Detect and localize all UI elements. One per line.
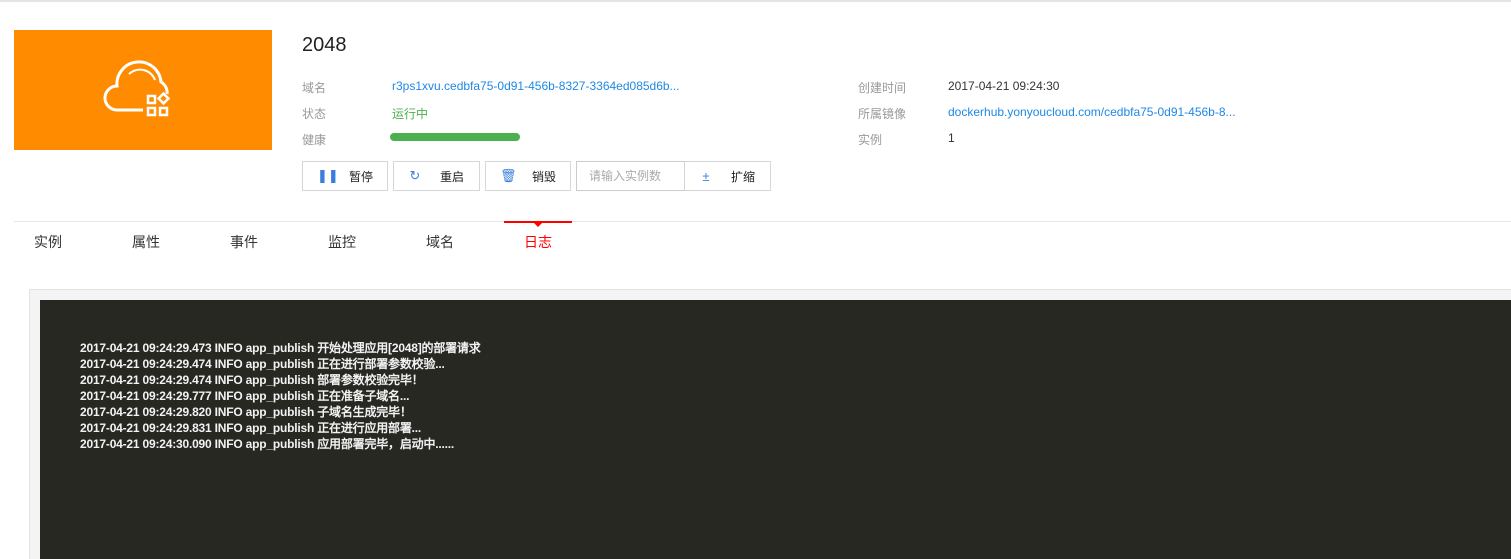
log-line: 2017-04-21 09:24:29.820 INFO app_publish… (80, 405, 412, 419)
image-label: 所属镜像 (858, 107, 907, 121)
tab-monitoring[interactable]: 监控 (328, 232, 356, 252)
trash-icon: 🗑 (500, 168, 517, 183)
pause-button[interactable]: ❚❚ 暂停 (302, 161, 388, 191)
tab-properties[interactable]: 属性 (132, 232, 160, 252)
created-label: 创建时间 (858, 81, 907, 95)
log-line: 2017-04-21 09:24:29.473 INFO app_publish… (80, 341, 481, 355)
domain-link[interactable]: r3ps1xvu.cedbfa75-0d91-456b-8327-3364ed0… (392, 79, 680, 93)
tab-events[interactable]: 事件 (230, 232, 258, 252)
tabs-divider (14, 221, 1511, 222)
status-value: 运行中 (392, 107, 429, 121)
restart-icon: ↻ (409, 168, 421, 183)
app-logo (14, 30, 272, 150)
tab-logs[interactable]: 日志 (524, 232, 552, 252)
created-value: 2017-04-21 09:24:30 (948, 79, 1060, 93)
pause-icon: ❚❚ (317, 168, 339, 183)
log-line: 2017-04-21 09:24:29.777 INFO app_publish… (80, 389, 410, 403)
app-title: 2048 (302, 34, 347, 56)
tab-domains[interactable]: 域名 (426, 232, 454, 252)
tab-instances[interactable]: 实例 (34, 232, 62, 252)
log-console: 2017-04-21 09:24:29.473 INFO app_publish… (40, 300, 1511, 559)
log-line: 2017-04-21 09:24:29.474 INFO app_publish… (80, 357, 445, 371)
scale-label: 扩缩 (731, 169, 756, 184)
destroy-label: 销毁 (532, 169, 557, 184)
top-divider (0, 0, 1511, 2)
destroy-button[interactable]: 🗑 销毁 (485, 161, 571, 191)
log-line: 2017-04-21 09:24:29.474 INFO app_publish… (80, 373, 424, 387)
scale-button[interactable]: ± 扩缩 (684, 161, 771, 191)
status-label: 状态 (302, 107, 327, 121)
restart-button[interactable]: ↻ 重启 (393, 161, 480, 191)
cloud-app-icon (103, 60, 171, 117)
health-bar (390, 133, 520, 141)
active-tab-arrow (534, 223, 542, 227)
log-line: 2017-04-21 09:24:30.090 INFO app_publish… (80, 437, 455, 451)
log-line: 2017-04-21 09:24:29.831 INFO app_publish… (80, 421, 422, 435)
instances-label: 实例 (858, 133, 883, 147)
image-link[interactable]: dockerhub.yonyoucloud.com/cedbfa75-0d91-… (948, 105, 1236, 119)
instances-value: 1 (948, 131, 955, 145)
domain-label: 域名 (302, 81, 327, 95)
pause-label: 暂停 (349, 169, 374, 184)
health-label: 健康 (302, 133, 327, 147)
plus-minus-icon: ± (702, 168, 710, 184)
restart-label: 重启 (440, 169, 465, 184)
instance-count-input[interactable] (576, 161, 685, 191)
